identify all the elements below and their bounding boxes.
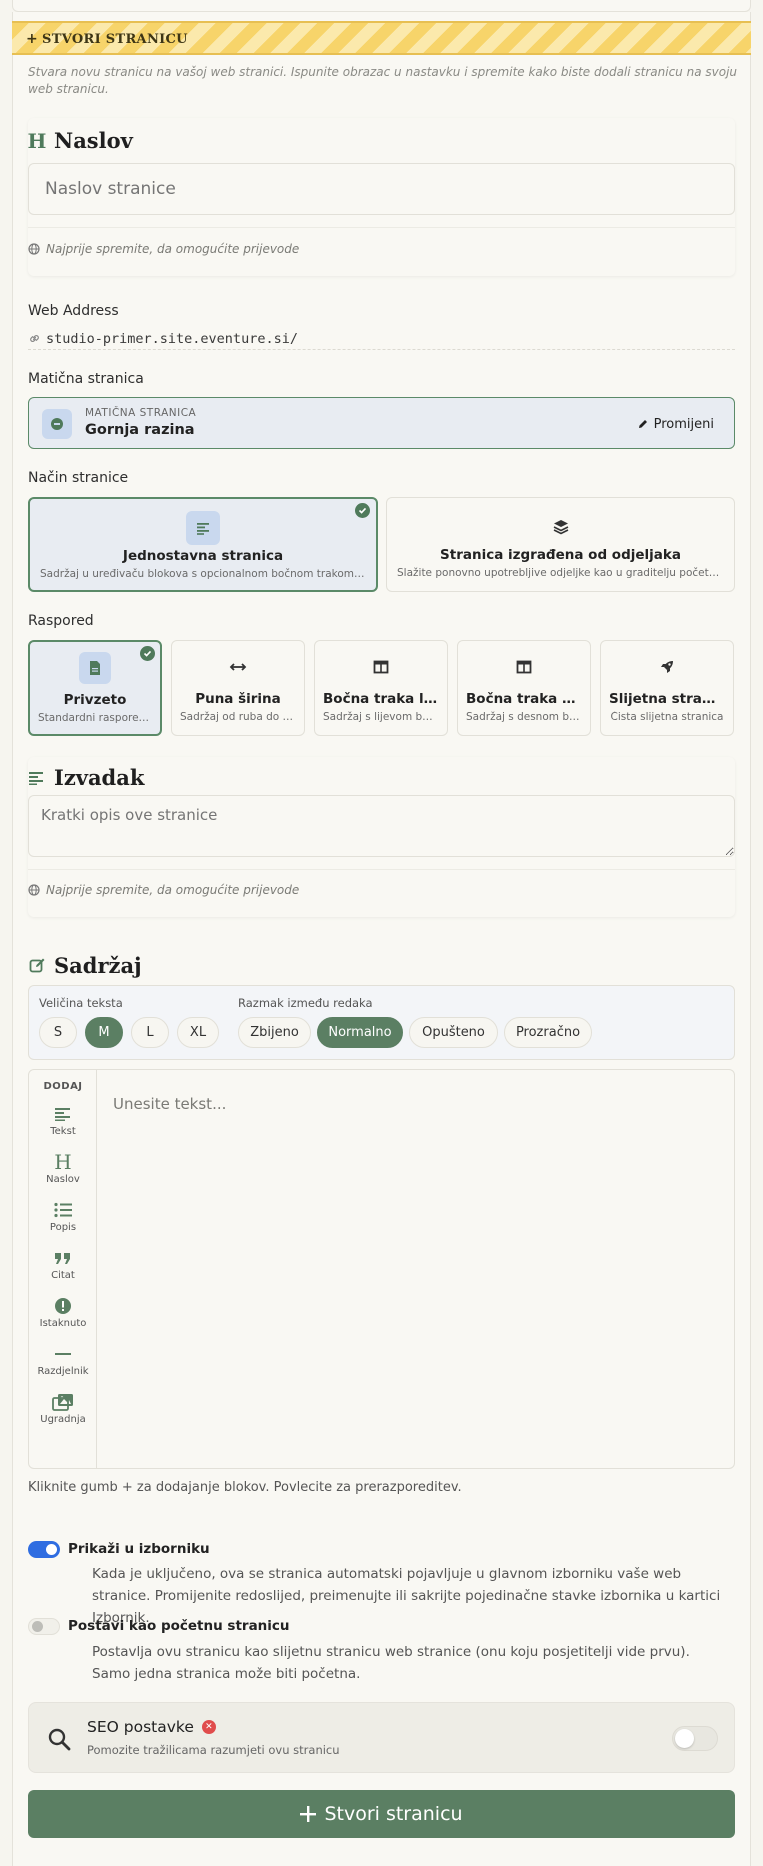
text-size-l[interactable]: L — [131, 1017, 169, 1048]
heading-icon: H — [27, 128, 47, 153]
change-parent-button[interactable]: Promijeni — [627, 409, 724, 439]
add-text-block[interactable]: Tekst — [29, 1103, 97, 1149]
text-size-xl[interactable]: XL — [177, 1017, 219, 1048]
text-size-m[interactable]: M — [85, 1017, 123, 1048]
parent-page-caption: MATIČNA STRANICA — [85, 407, 197, 419]
mode-option-sections[interactable]: Stranica izgrađena od odjeljaka Slažite … — [386, 497, 735, 592]
columns-icon — [365, 651, 397, 683]
typography-controls: Veličina teksta S M L XL Razmak između r… — [28, 985, 735, 1060]
excerpt-heading: Izvadak — [28, 765, 144, 790]
layout-option-full-width[interactable]: Puna širina Sadržaj od ruba do ruba — [171, 640, 305, 736]
excerpt-section: Izvadak Najprije spremite, da omogućite … — [28, 757, 735, 917]
images-icon — [29, 1391, 97, 1413]
globe-icon — [28, 243, 40, 255]
spacing-relaxed[interactable]: Opušteno — [409, 1017, 498, 1048]
divider — [28, 869, 735, 870]
translation-hint: Najprije spremite, da omogućite prijevod… — [28, 883, 299, 897]
seo-toggle[interactable] — [672, 1726, 718, 1751]
set-homepage-label: Postavi kao početnu stranicu — [68, 1618, 290, 1634]
text-size-s[interactable]: S — [39, 1017, 77, 1048]
pencil-icon — [638, 420, 647, 428]
line-spacing-label: Razmak između redaka — [238, 996, 373, 1010]
arrows-horizontal-icon — [222, 651, 254, 683]
title-section: H Naslov Najprije spremite, da omogućite… — [28, 118, 735, 276]
spacing-airy[interactable]: Prozračno — [504, 1017, 592, 1048]
search-icon — [48, 1728, 71, 1751]
add-list-block[interactable]: Popis — [29, 1199, 97, 1245]
title-heading: H Naslov — [27, 128, 133, 153]
set-homepage-description: Postavlja ovu stranicu kao slijetnu stra… — [92, 1644, 690, 1682]
layout-option-sidebar-left[interactable]: Bočna traka lijevo Sadržaj s lijevom boč… — [314, 640, 448, 736]
file-icon — [79, 652, 111, 684]
add-divider-block[interactable]: Razdjelnik — [29, 1343, 97, 1389]
divider — [28, 227, 735, 228]
selected-check-icon — [140, 646, 155, 661]
layout-option-default[interactable]: Privzeto Standardni raspored stranice — [28, 640, 162, 736]
quote-icon — [29, 1247, 97, 1269]
rocket-icon — [651, 651, 683, 683]
web-address-label: Web Address — [28, 303, 119, 319]
mode-option-simple[interactable]: Jednostavna stranica Sadržaj u uređivaču… — [28, 497, 378, 592]
layout-label: Raspored — [28, 613, 94, 629]
seo-settings-panel[interactable]: SEO postavke ✕ Pomozite tražilicama razu… — [28, 1702, 735, 1773]
block-editor: DODAJ Tekst H Naslov Popis Citat Istaknu… — [28, 1069, 735, 1469]
block-toolbar: DODAJ Tekst H Naslov Popis Citat Istaknu… — [29, 1070, 97, 1468]
add-quote-block[interactable]: Citat — [29, 1247, 97, 1293]
plus-icon — [300, 1806, 317, 1822]
seo-description: Pomozite tražilicama razumjeti ovu stran… — [87, 1743, 340, 1757]
layers-icon — [544, 510, 578, 544]
layout-option-landing[interactable]: Slijetna stranica Čista slijetna stranic… — [600, 640, 734, 736]
web-address-field[interactable]: studio-primer.site.eventure.si/ — [28, 328, 735, 350]
excerpt-textarea[interactable] — [28, 795, 735, 857]
page-title-input[interactable] — [28, 163, 735, 215]
error-icon: ✕ — [201, 1720, 216, 1734]
parent-page-selector[interactable]: MATIČNA STRANICA Gornja razina Promijeni — [28, 397, 735, 449]
heading-icon: H — [54, 1150, 72, 1174]
show-in-menu-toggle[interactable] — [28, 1541, 60, 1558]
spacing-normal[interactable]: Normalno — [317, 1017, 403, 1048]
add-label: DODAJ — [43, 1081, 83, 1092]
translation-hint: Najprije spremite, da omogućite prijevod… — [28, 242, 299, 256]
create-page-banner: + STVORI STRANICU — [12, 21, 751, 55]
file-lines-icon — [186, 511, 220, 545]
text-align-icon — [29, 1103, 97, 1125]
content-heading: Sadržaj — [28, 953, 142, 978]
selected-check-icon — [355, 503, 370, 518]
layout-option-sidebar-right[interactable]: Bočna traka desno Sadržaj s desnom bočno… — [457, 640, 591, 736]
previous-card-edge — [12, 0, 751, 12]
text-align-icon — [28, 771, 46, 785]
editor-helper-text: Kliknite gumb + za dodajanje blokov. Pov… — [28, 1480, 462, 1495]
text-size-label: Veličina teksta — [39, 996, 123, 1010]
editor-input[interactable]: Unesite tekst... — [113, 1095, 226, 1113]
add-callout-block[interactable]: Istaknuto — [29, 1295, 97, 1341]
divider-icon — [29, 1343, 97, 1365]
exclamation-icon — [29, 1295, 97, 1317]
parent-page-icon — [42, 409, 72, 439]
link-icon — [30, 335, 39, 342]
list-icon — [29, 1199, 97, 1221]
columns-icon — [508, 651, 540, 683]
intro-text: Stvara novu stranicu na vašoj web strani… — [28, 65, 738, 96]
create-page-button[interactable]: Stvori stranicu — [28, 1790, 735, 1838]
page-mode-label: Način stranice — [28, 470, 129, 486]
add-embed-block[interactable]: Ugradnja — [29, 1391, 97, 1437]
plus-icon: + — [26, 31, 39, 47]
edit-icon — [28, 957, 46, 974]
seo-title: SEO postavke ✕ — [87, 1718, 216, 1736]
globe-icon — [28, 884, 40, 896]
parent-page-value: Gornja razina — [85, 422, 195, 438]
show-in-menu-label: Prikaži u izborniku — [68, 1541, 210, 1557]
parent-page-label: Matična stranica — [28, 371, 144, 387]
spacing-compact[interactable]: Zbijeno — [238, 1017, 311, 1048]
banner-label: STVORI STRANICU — [42, 32, 188, 47]
set-homepage-toggle[interactable] — [28, 1618, 60, 1635]
add-heading-block[interactable]: H Naslov — [29, 1150, 97, 1197]
